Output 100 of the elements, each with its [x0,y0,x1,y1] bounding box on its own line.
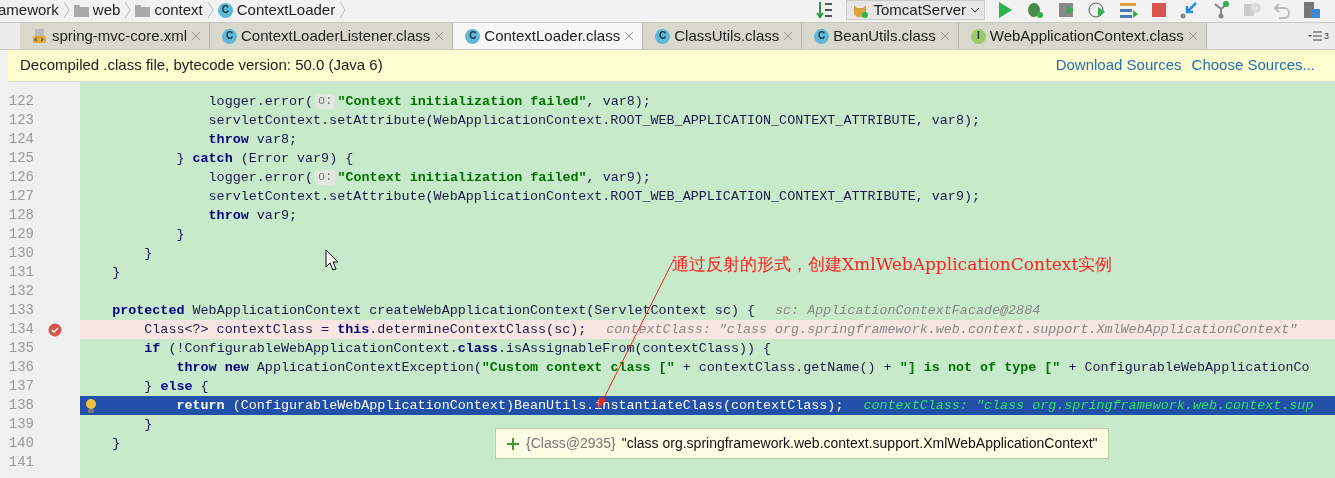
code-text: (ConfigurableWebApplicationContext)BeanUtils.instantiateClass(contextClass); [232,397,844,415]
tab-overflow-menu[interactable]: 3 [1302,23,1335,49]
code-keyword: protected [112,302,185,320]
code-text: var8; [256,131,297,149]
profiler-icon[interactable] [1087,1,1107,19]
code-text: WebApplicationContext createWebApplicationContext(ServletContext sc) { [192,302,756,320]
editor-tab[interactable]: C ContextLoaderListener.class [210,23,454,49]
sort-icon[interactable] [816,1,835,19]
revert-icon[interactable] [1273,1,1291,19]
class-icon: C [465,28,481,44]
code-text: servletContext.setAttribute(WebApplicationContext.ROOT_WEB_APPLICATION_CONTEXT_ATTRIBUTE, var9); [208,188,980,206]
inline-debug-value: sc: ApplicationContextFacade@2884 [775,302,1041,320]
code-text: .determineContextClass(sc); [369,321,587,339]
close-icon[interactable] [1187,31,1198,41]
line-number: 122 [8,92,34,111]
vcs-update-icon[interactable] [1179,1,1199,19]
code-keyword: this [337,321,370,339]
chevron-icon [124,1,132,19]
code-text: } [176,150,186,168]
code-text: .isAssignableFrom(contextClass)) { [497,340,772,358]
code-text: { [200,378,209,396]
line-number: 133 [8,301,34,320]
menu-icon [1308,31,1322,41]
breadcrumb[interactable]: web [92,0,121,22]
line-number: 137 [8,377,34,396]
close-icon[interactable] [939,31,950,41]
close-icon[interactable] [434,31,445,41]
class-icon: C [655,28,671,44]
bulb-icon[interactable] [84,397,98,414]
code-text: ApplicationContextException( [256,359,482,377]
line-number: 130 [8,244,34,263]
chevron-icon [62,1,70,19]
list-run-icon[interactable] [1119,1,1139,19]
code-keyword: else [160,378,193,396]
code-text: + contextClass.getName() + [682,359,893,377]
line-number: 126 [8,168,34,187]
code-keyword: catch [192,150,233,168]
code-text: , var8); [586,93,651,111]
code-text: logger.error( [208,93,314,111]
folder-icon [135,3,151,17]
code-keyword: return [176,397,225,415]
parameter-hint: o: [315,94,336,109]
value-type: {Class@2935} [526,434,616,453]
line-number: 132 [8,282,34,301]
class-icon: C [217,2,233,18]
code-text: servletContext.setAttribute(WebApplicationContext.ROOT_WEB_APPLICATION_CONTEXT_ATTRIBUTE, var8); [208,112,980,130]
code-text: } [144,416,153,434]
chevron-icon [206,1,214,19]
code-text: , var9); [586,169,651,187]
breadcrumb[interactable]: context [154,0,203,22]
line-number: 134 [8,320,34,339]
stop-icon[interactable] [1151,2,1167,18]
cursor-icon [325,249,339,271]
line-number: 140 [8,434,34,453]
code-string: "Context initialization failed" [337,169,587,187]
structure-icon[interactable] [1303,1,1321,19]
editor-tab[interactable]: C ClassUtils.class [643,23,803,49]
code-text: (Error var9) { [240,150,354,168]
code-keyword: if [144,340,161,358]
code-text: Class<?> contextClass = [144,321,331,339]
run-configuration-dropdown[interactable]: TomcatServer [846,0,985,20]
close-icon[interactable] [783,31,794,41]
banner-link[interactable]: Choose Sources... [1191,54,1315,77]
banner-text: Decompiled .class file, bytecode version: 50.0 (Java 6) [20,55,383,76]
class-icon: I [970,28,986,44]
cat-icon [851,2,870,18]
code-text: } [144,378,154,396]
line-number: 128 [8,206,34,225]
editor-tab[interactable]: C ContextLoader.class [453,23,644,49]
code-text: logger.error( [208,169,314,187]
editor-tab[interactable]: C BeanUtils.class [802,23,959,49]
code-string: "Context initialization failed" [337,93,587,111]
line-number: 124 [8,130,34,149]
close-icon[interactable] [624,31,635,41]
code-keyword: throw new [176,359,249,377]
line-number: 138 [8,396,34,415]
code-text: var9; [256,207,297,225]
folder-icon [73,3,89,17]
plus-icon[interactable] [506,436,520,451]
class-icon: C [814,28,830,44]
code-string: "] is not of type [" [899,359,1061,377]
editor-tab[interactable]: I WebApplicationContext.class [958,23,1207,49]
class-icon: C [222,28,237,44]
bug-icon[interactable] [1025,1,1045,19]
xml-file-icon [32,28,48,44]
line-number: 129 [8,225,34,244]
breadcrumb[interactable]: ContextLoader [236,0,336,22]
code-keyword: throw [208,131,249,149]
code-text: + ConfigurableWebApplicationCo [1068,359,1310,377]
inline-debug-value: contextClass: "class org.springframework.web.context.sup [863,397,1314,415]
close-icon[interactable] [191,31,201,41]
banner-link[interactable]: Download Sources [1055,54,1182,77]
editor-tab[interactable]: spring-mvc-core.xml [20,23,210,49]
line-number: 127 [8,187,34,206]
code-keyword: class [457,340,498,358]
annotation-text: 通过反射的形式，创建XmlWebApplicationContext实例 [672,253,1113,276]
code-text: } [176,226,185,244]
line-number: 136 [8,358,34,377]
breakpoint-icon[interactable] [48,322,62,337]
run-icon[interactable] [997,1,1013,19]
